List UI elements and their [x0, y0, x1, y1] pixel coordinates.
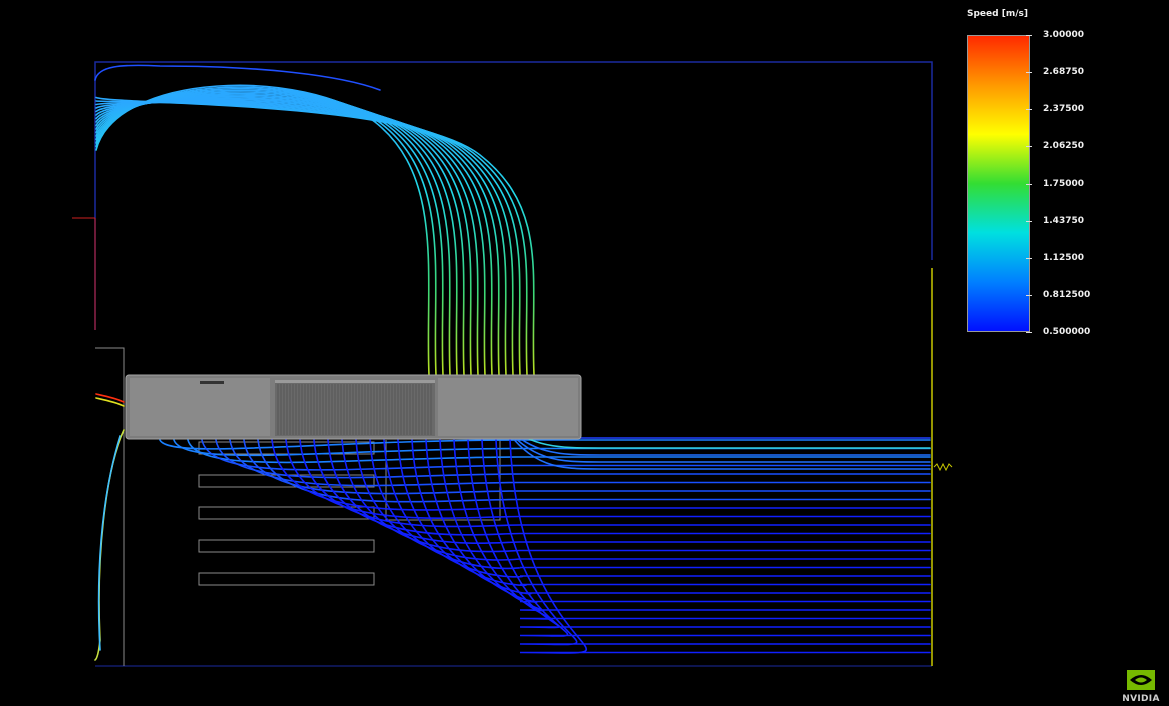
graphics-card: [125, 374, 582, 440]
lower-flow-streamline: [425, 439, 931, 603]
upper-loop-streamline: [95, 101, 514, 376]
legend-tick-mark: [1026, 257, 1032, 259]
legend-tick-label: 2.68750: [1043, 67, 1084, 78]
legend-tick-label: 0.812500: [1043, 289, 1091, 300]
legend-tick-mark: [1026, 332, 1032, 333]
logo-text: NVIDIA: [1122, 694, 1160, 704]
legend-tick-mark: [1026, 183, 1032, 185]
legend-title: Speed [m/s]: [967, 9, 1028, 19]
legend-tick-label: 3.00000: [1043, 30, 1084, 40]
legend-tick-mark: [1026, 35, 1032, 36]
slot-4: [198, 539, 375, 553]
legend-tick-mark: [1026, 72, 1032, 74]
legend-tick-mark: [1026, 109, 1032, 111]
legend-tick-label: 2.06250: [1043, 141, 1084, 152]
legend-tick-mark: [1026, 146, 1032, 148]
slot-5: [198, 572, 375, 586]
legend-tick-label: 1.75000: [1043, 178, 1084, 189]
upper-loop-streamline: [95, 100, 507, 376]
inlet-jet-streamline: [95, 397, 125, 407]
outlet-arrow-marker: [933, 462, 953, 472]
legend-tick-mark: [1026, 220, 1032, 222]
upper-loop-streamline: [95, 84, 430, 376]
legend-tick-label: 1.43750: [1043, 215, 1084, 226]
nvidia-eye-icon: [1127, 670, 1155, 690]
legend-colorbar: [967, 35, 1030, 332]
nvidia-logo: NVIDIA: [1117, 668, 1165, 704]
legend-tick-label: 2.37500: [1043, 104, 1084, 115]
streamlines: [94, 64, 931, 661]
lower-flow-streamline: [509, 439, 931, 654]
legend-tick-mark: [1026, 294, 1032, 296]
legend-tick-label: 0.500000: [1043, 327, 1091, 337]
legend-tick-label: 1.12500: [1043, 252, 1084, 263]
